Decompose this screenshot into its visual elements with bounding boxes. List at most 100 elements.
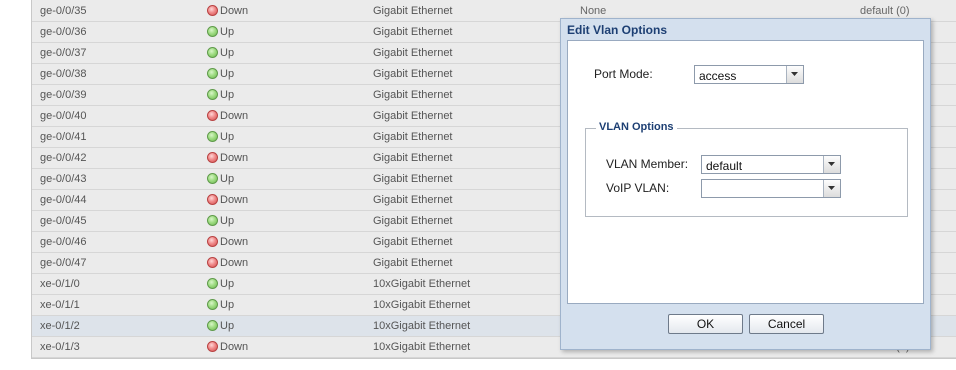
- port-status: Down: [207, 152, 248, 164]
- port-mode-select[interactable]: access: [694, 65, 804, 84]
- port-status-label: Up: [220, 131, 235, 143]
- port-status-label: Up: [220, 215, 235, 227]
- port-type: Gigabit Ethernet: [373, 110, 453, 122]
- cancel-button[interactable]: Cancel: [749, 314, 824, 334]
- port-status: Up: [207, 173, 234, 185]
- status-up-icon: [207, 47, 218, 58]
- port-name: ge-0/0/39: [40, 89, 87, 101]
- status-down-icon: [207, 110, 218, 121]
- vlan-member-select[interactable]: default: [701, 155, 841, 174]
- port-status-label: Down: [220, 110, 249, 122]
- port-status: Up: [207, 299, 234, 311]
- port-status-label: Up: [220, 278, 235, 290]
- port-type: Gigabit Ethernet: [373, 257, 453, 269]
- port-type: 10xGigabit Ethernet: [373, 320, 471, 332]
- port-name: ge-0/0/37: [40, 47, 87, 59]
- port-status-label: Up: [220, 299, 235, 311]
- port-status: Down: [207, 236, 248, 248]
- port-status: Down: [207, 341, 248, 353]
- port-status-label: Up: [220, 26, 235, 38]
- port-status: Up: [207, 320, 234, 332]
- port-name: ge-0/0/47: [40, 257, 87, 269]
- port-type: 10xGigabit Ethernet: [373, 341, 471, 353]
- vlan-member-label: VLAN Member:: [606, 157, 689, 171]
- status-up-icon: [207, 215, 218, 226]
- port-status: Up: [207, 26, 234, 38]
- port-status-label: Down: [220, 5, 249, 17]
- port-status-label: Down: [220, 152, 249, 164]
- port-type: Gigabit Ethernet: [373, 47, 453, 59]
- status-down-icon: [207, 194, 218, 205]
- port-name: ge-0/0/45: [40, 215, 87, 227]
- port-name: ge-0/0/40: [40, 110, 87, 122]
- port-status-label: Up: [220, 173, 235, 185]
- status-up-icon: [207, 131, 218, 142]
- port-type: Gigabit Ethernet: [373, 236, 453, 248]
- port-name: ge-0/0/44: [40, 194, 87, 206]
- status-up-icon: [207, 278, 218, 289]
- port-status-label: Up: [220, 320, 235, 332]
- status-up-icon: [207, 299, 218, 310]
- port-name: ge-0/0/46: [40, 236, 87, 248]
- port-status: Down: [207, 110, 248, 122]
- port-status: Down: [207, 5, 248, 17]
- status-down-icon: [207, 341, 218, 352]
- port-status: Up: [207, 278, 234, 290]
- chevron-down-icon[interactable]: [823, 156, 840, 173]
- status-down-icon: [207, 257, 218, 268]
- port-name: ge-0/0/36: [40, 26, 87, 38]
- port-name: xe-0/1/2: [40, 320, 80, 332]
- port-name: ge-0/0/42: [40, 152, 87, 164]
- port-name: ge-0/0/35: [40, 5, 87, 17]
- port-status: Up: [207, 89, 234, 101]
- edit-vlan-options-dialog: Edit Vlan Options Port Mode: access VLAN…: [560, 18, 931, 350]
- port-name: xe-0/1/1: [40, 299, 80, 311]
- vlan-options-legend: VLAN Options: [596, 121, 677, 133]
- status-up-icon: [207, 173, 218, 184]
- vlan-member-value: default: [706, 159, 743, 173]
- port-type: Gigabit Ethernet: [373, 26, 453, 38]
- port-name: ge-0/0/41: [40, 131, 87, 143]
- port-type: Gigabit Ethernet: [373, 131, 453, 143]
- status-down-icon: [207, 152, 218, 163]
- port-status: Up: [207, 131, 234, 143]
- port-status: Down: [207, 194, 248, 206]
- status-down-icon: [207, 236, 218, 247]
- port-type: Gigabit Ethernet: [373, 5, 453, 17]
- chevron-down-icon[interactable]: [823, 180, 840, 197]
- port-name: ge-0/0/38: [40, 68, 87, 80]
- port-name: xe-0/1/0: [40, 278, 80, 290]
- port-type: Gigabit Ethernet: [373, 173, 453, 185]
- status-up-icon: [207, 89, 218, 100]
- voip-vlan-select[interactable]: [701, 179, 841, 198]
- table-bottom-border: [31, 358, 956, 359]
- port-status-label: Down: [220, 236, 249, 248]
- voip-vlan-label: VoIP VLAN:: [606, 181, 670, 195]
- port-status-label: Down: [220, 194, 249, 206]
- port-status-label: Down: [220, 341, 249, 353]
- port-type: Gigabit Ethernet: [373, 89, 453, 101]
- port-type: Gigabit Ethernet: [373, 68, 453, 80]
- port-type: 10xGigabit Ethernet: [373, 278, 471, 290]
- port-type: Gigabit Ethernet: [373, 194, 453, 206]
- status-up-icon: [207, 26, 218, 37]
- port-status-label: Up: [220, 68, 235, 80]
- dialog-title: Edit Vlan Options: [567, 23, 668, 37]
- port-status: Up: [207, 47, 234, 59]
- port-status-label: Up: [220, 89, 235, 101]
- port-status-label: Down: [220, 257, 249, 269]
- port-mode-value: access: [699, 69, 737, 83]
- status-up-icon: [207, 320, 218, 331]
- port-type: Gigabit Ethernet: [373, 215, 453, 227]
- port-status: Down: [207, 257, 248, 269]
- status-up-icon: [207, 68, 218, 79]
- dialog-body: Port Mode: access VLAN Options VLAN Memb…: [567, 40, 924, 304]
- ok-button[interactable]: OK: [668, 314, 743, 334]
- port-name: ge-0/0/43: [40, 173, 87, 185]
- port-native-vlan: default (0): [860, 5, 910, 17]
- port-vlan: None: [580, 5, 607, 17]
- port-status: Up: [207, 215, 234, 227]
- chevron-down-icon[interactable]: [786, 66, 803, 83]
- vlan-options-group: VLAN Options VLAN Member: default VoIP V…: [585, 121, 908, 217]
- port-type: 10xGigabit Ethernet: [373, 299, 471, 311]
